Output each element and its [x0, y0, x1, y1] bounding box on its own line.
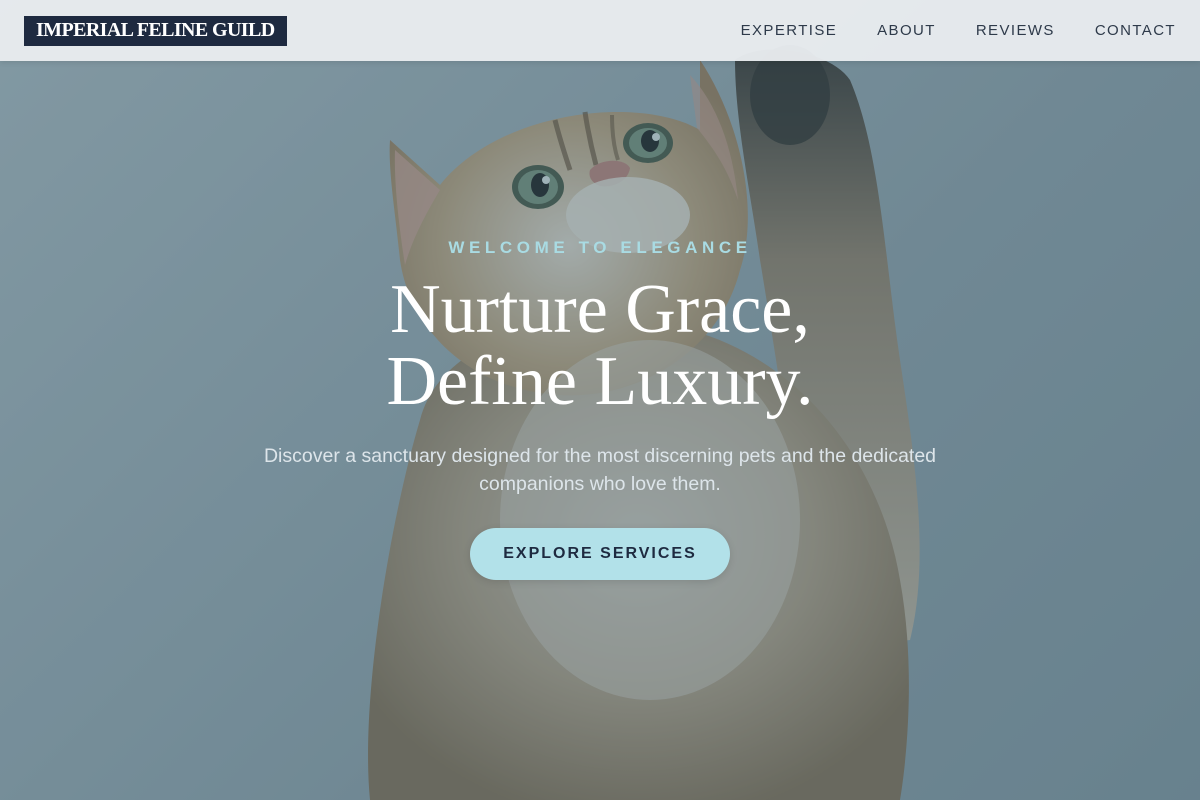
nav-link-contact[interactable]: CONTACT [1095, 22, 1176, 39]
headline-line-1: Nurture Grace, [390, 271, 810, 348]
headline-line-2: Define Luxury. [386, 343, 814, 420]
main-nav: EXPERTISE ABOUT REVIEWS CONTACT [741, 22, 1176, 39]
nav-link-about[interactable]: ABOUT [877, 22, 936, 39]
hero-content: WELCOME TO ELEGANCE Nurture Grace, Defin… [0, 0, 1200, 800]
explore-services-button[interactable]: EXPLORE SERVICES [470, 528, 730, 580]
nav-link-expertise[interactable]: EXPERTISE [741, 22, 838, 39]
hero-eyebrow: WELCOME TO ELEGANCE [448, 238, 752, 257]
brand-logo[interactable]: IMPERIAL FELINE GUILD [24, 15, 287, 46]
nav-link-reviews[interactable]: REVIEWS [976, 22, 1055, 39]
site-header: IMPERIAL FELINE GUILD EXPERTISE ABOUT RE… [0, 0, 1200, 61]
hero-subtext: Discover a sanctuary designed for the mo… [263, 445, 937, 495]
hero-headline: Nurture Grace, Define Luxury. [387, 274, 814, 418]
